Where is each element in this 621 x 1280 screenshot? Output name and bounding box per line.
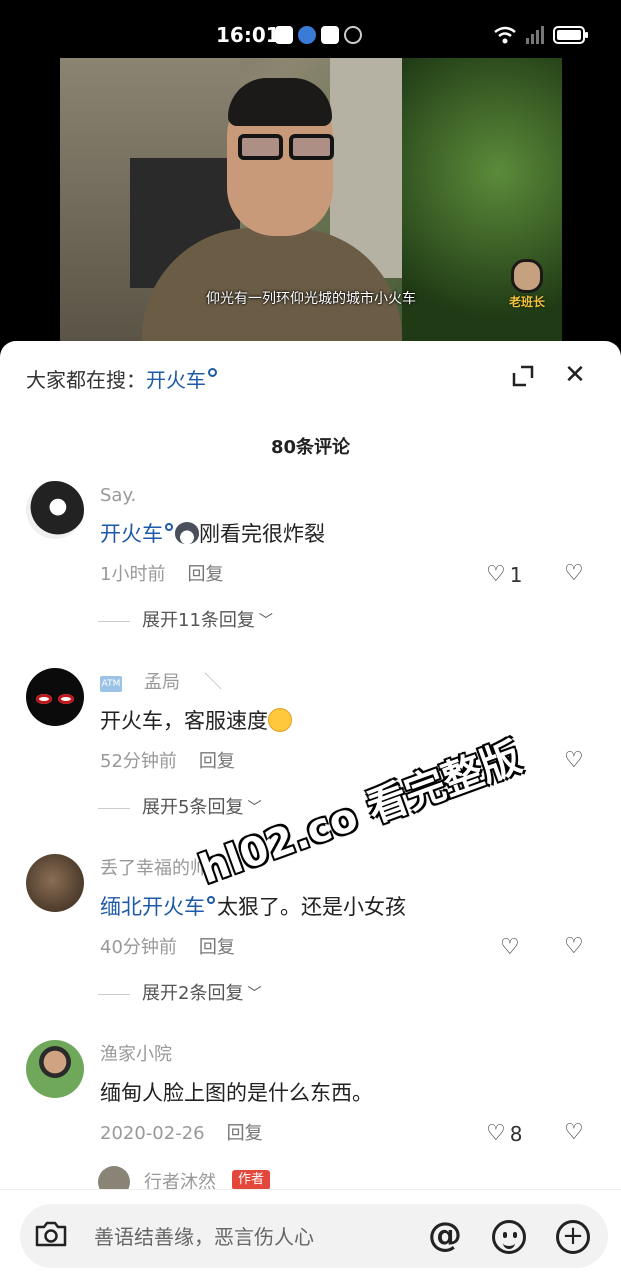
- comment-text: 缅北开火车 太狠了。还是小女孩: [100, 892, 406, 922]
- comment-time: 1小时前: [100, 564, 166, 585]
- comment-body: 开火车，客服速度: [100, 709, 268, 733]
- comment-time: 40分钟前: [100, 937, 177, 958]
- app-notification-icon: [298, 26, 316, 44]
- comment-input-bar: 善语结善缘，恶言伤人心 @ +: [0, 1189, 621, 1280]
- comment-text: 开火车，客服速度: [100, 706, 292, 736]
- comment-body: 太狠了。还是小女孩: [217, 895, 406, 919]
- heart-icon: ♡: [486, 1121, 506, 1146]
- like-button[interactable]: ♡ 8: [486, 1121, 523, 1147]
- reply-button[interactable]: 回复: [199, 937, 235, 958]
- comment-input[interactable]: 善语结善缘，恶言伤人心 @ +: [20, 1204, 608, 1268]
- husky-emoji-icon: [175, 522, 199, 544]
- expand-replies[interactable]: 展开5条回复 ﹀: [98, 796, 261, 820]
- status-time: 16:01: [216, 23, 280, 47]
- reply-button[interactable]: 回复: [227, 1123, 263, 1144]
- camera-icon[interactable]: [34, 1220, 68, 1248]
- nfc-icon: [344, 26, 362, 44]
- broken-heart-icon[interactable]: ♡: [564, 1120, 584, 1146]
- status-notification-icons: [275, 26, 362, 44]
- comment-meta: 40分钟前 回复: [100, 936, 235, 960]
- broken-heart-icon[interactable]: ♡: [564, 934, 584, 960]
- comment-author[interactable]: 渔家小院: [100, 1043, 172, 1067]
- expand-replies-label: 展开11条回复: [142, 610, 255, 631]
- comment-author[interactable]: 丢了幸福的帅: [100, 857, 208, 881]
- app-notification-icon: [321, 26, 339, 44]
- broken-heart-icon[interactable]: ♡: [564, 561, 584, 587]
- like-button[interactable]: ♡: [500, 936, 520, 960]
- like-count: 8: [509, 1122, 523, 1146]
- emoji-icon[interactable]: [492, 1220, 526, 1254]
- divider: [98, 807, 130, 809]
- video-person-glasses: [238, 134, 334, 160]
- like-button[interactable]: ♡ 1: [486, 562, 523, 588]
- comment-body: 缅甸人脸上图的是什么东西。: [100, 1081, 373, 1105]
- app-notification-icon: [275, 26, 293, 44]
- search-suggestion-prefix: 大家都在搜：: [26, 368, 146, 392]
- broken-heart-icon[interactable]: ♡: [564, 748, 584, 774]
- avatar[interactable]: [26, 481, 84, 539]
- plus-icon[interactable]: +: [556, 1220, 590, 1254]
- close-icon[interactable]: ✕: [563, 362, 587, 388]
- reply-button[interactable]: 回复: [187, 564, 223, 585]
- avatar[interactable]: [26, 854, 84, 912]
- like-count: 1: [509, 563, 523, 587]
- heart-icon: ♡: [500, 935, 520, 960]
- channel-logo: 老班长: [500, 259, 554, 321]
- comment-time: 52分钟前: [100, 751, 177, 772]
- comment-meta: 52分钟前 回复: [100, 750, 235, 774]
- channel-logo-face: [511, 259, 543, 293]
- reply-button[interactable]: 回复: [199, 751, 235, 772]
- search-icon: [207, 896, 215, 904]
- expand-replies[interactable]: 展开2条回复 ﹀: [98, 982, 261, 1006]
- author-badge: 作者: [232, 1170, 271, 1190]
- divider: [98, 993, 130, 995]
- wifi-icon: [494, 26, 516, 44]
- comment-text: 开火车 刚看完很炸裂: [100, 519, 325, 549]
- battery-icon: [553, 26, 588, 44]
- video-subtitle: 仰光有一列环仰光城的城市小火车: [206, 291, 416, 307]
- comment-author-extra: ＼: [204, 672, 222, 693]
- chevron-down-icon: ﹀: [258, 613, 273, 629]
- comment-search-link[interactable]: 缅北开火车: [100, 895, 205, 919]
- search-icon: [165, 523, 173, 531]
- expand-icon[interactable]: [512, 365, 534, 387]
- laughing-emoji-icon: [268, 708, 292, 732]
- comment-text: 缅甸人脸上图的是什么东西。: [100, 1078, 373, 1108]
- comment-search-link[interactable]: 开火车: [100, 522, 163, 546]
- signal-icon: [526, 26, 544, 44]
- comment-meta: 1小时前 回复: [100, 563, 223, 587]
- avatar[interactable]: [26, 668, 84, 726]
- video-player[interactable]: 仰光有一列环仰光城的城市小火车 老班长: [0, 58, 621, 343]
- comment-input-placeholder: 善语结善缘，恶言伤人心: [94, 1225, 314, 1249]
- expand-replies[interactable]: 展开11条回复 ﹀: [98, 609, 273, 633]
- search-suggestion[interactable]: 大家都在搜：开火车: [26, 367, 217, 393]
- status-bar: 16:01: [0, 0, 621, 58]
- expand-replies-label: 展开2条回复: [142, 983, 244, 1004]
- comment-author[interactable]: Say.: [100, 484, 136, 508]
- comment-count: 80条评论: [270, 437, 351, 458]
- search-suggestion-term[interactable]: 开火车: [146, 368, 206, 392]
- comment-time: 2020-02-26: [100, 1123, 205, 1144]
- expand-replies-label: 展开5条回复: [142, 797, 244, 818]
- heart-icon: ♡: [486, 562, 506, 587]
- search-icon: [208, 368, 217, 377]
- video-frame[interactable]: 仰光有一列环仰光城的城市小火车 老班长: [60, 58, 562, 343]
- comment-body: 刚看完很炸裂: [199, 522, 325, 546]
- status-system-icons: [493, 26, 588, 44]
- atm-badge-icon: ATM: [100, 676, 122, 692]
- avatar[interactable]: [26, 1040, 84, 1098]
- comment-author[interactable]: 孟局: [144, 672, 180, 693]
- at-icon[interactable]: @: [428, 1218, 462, 1252]
- channel-logo-text: 老班长: [508, 295, 545, 309]
- video-person-hair: [228, 78, 332, 126]
- divider: [98, 620, 130, 622]
- comment-meta: 2020-02-26 回复: [100, 1122, 263, 1146]
- chevron-down-icon: ﹀: [247, 986, 262, 1002]
- comment-panel: 大家都在搜：开火车 ✕ 80条评论 Say. 开火车 刚看完很炸裂 1小时前 回复 …: [0, 341, 621, 1280]
- comment-author-row: ATM 孟局 ＼: [100, 671, 222, 695]
